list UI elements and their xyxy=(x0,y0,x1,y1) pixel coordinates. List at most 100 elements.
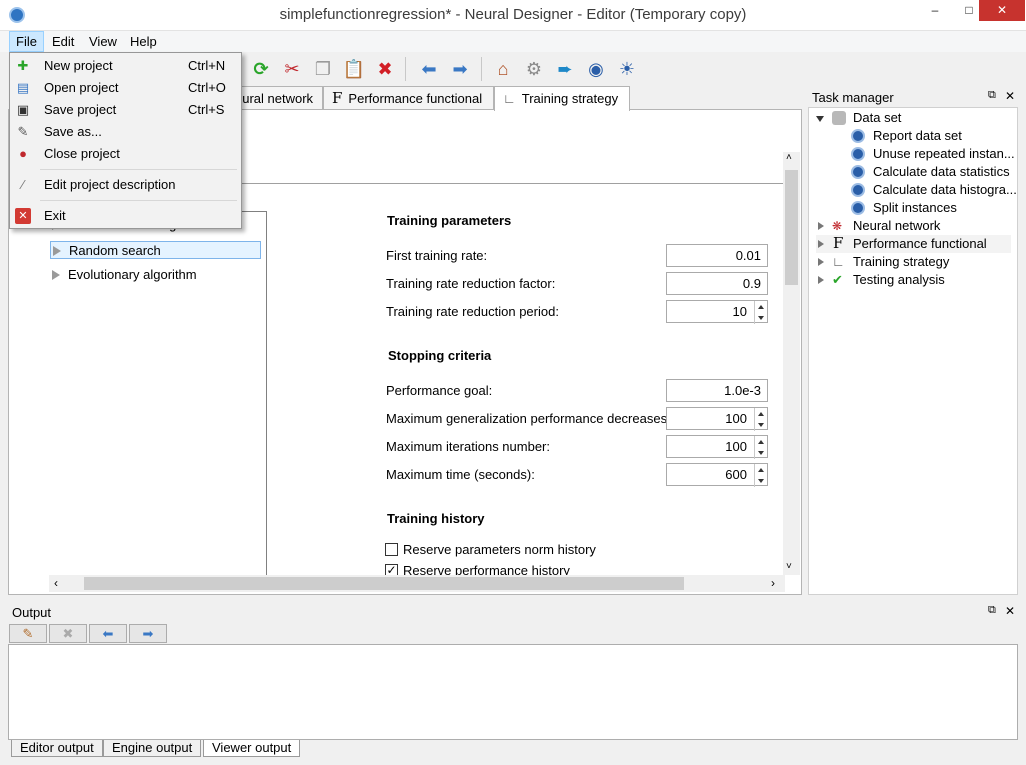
menu-bar: File Edit View Help xyxy=(0,31,1026,52)
menu-edit-description[interactable]: ∕ Edit project description xyxy=(10,174,241,196)
panel-close-icon[interactable]: ✕ xyxy=(1005,604,1015,618)
run-arrow-icon[interactable]: ➨ xyxy=(552,56,578,82)
collapse-caret-icon[interactable] xyxy=(818,276,824,284)
max-time-spinner[interactable]: 600 xyxy=(666,463,768,487)
menu-help[interactable]: Help xyxy=(124,31,163,52)
task-label: Testing analysis xyxy=(853,272,945,287)
output-text-area[interactable] xyxy=(8,644,1018,740)
clear-output-broom-icon[interactable]: ✎ xyxy=(9,624,47,643)
training-chart-icon: ∟ xyxy=(503,91,516,106)
spinner-arrows-icon[interactable] xyxy=(754,464,767,487)
tab-editor-output[interactable]: Editor output xyxy=(11,740,103,757)
max-generalization-decreases-label: Maximum generalization performance decre… xyxy=(386,411,671,426)
open-project-icon: ▤ xyxy=(16,80,30,95)
tab-neural-network-label: eural network xyxy=(235,91,314,106)
rate-reduction-period-label: Training rate reduction period: xyxy=(386,304,559,319)
tab-training-strategy[interactable]: ∟ Training strategy xyxy=(494,86,630,111)
settings-gear-icon[interactable]: ⚙ xyxy=(521,56,547,82)
max-iterations-value: 100 xyxy=(725,439,747,454)
play-icon xyxy=(851,147,865,161)
task-performance-functional[interactable]: F Performance functional xyxy=(816,235,1011,253)
menu-view[interactable]: View xyxy=(83,31,123,52)
tab-training-strategy-label: Training strategy xyxy=(521,91,619,106)
scroll-right-icon[interactable]: › xyxy=(771,576,775,590)
max-iterations-spinner[interactable]: 100 xyxy=(666,435,768,459)
max-generalization-decreases-value: 100 xyxy=(725,411,747,426)
menu-item-label: Save as... xyxy=(44,124,102,139)
tab-engine-output[interactable]: Engine output xyxy=(103,740,202,757)
menu-close-project[interactable]: ● Close project xyxy=(10,143,241,165)
menu-exit[interactable]: ✕ Exit xyxy=(10,205,241,227)
menu-open-project[interactable]: ▤ Open project Ctrl+O xyxy=(10,77,241,99)
copy-icon[interactable]: ❐ xyxy=(310,56,336,82)
spinner-arrows-icon[interactable] xyxy=(754,301,767,324)
task-label: Calculate data histogra... xyxy=(873,182,1017,197)
database-icon xyxy=(832,111,846,125)
menu-item-label: Exit xyxy=(44,208,66,223)
menu-item-label: Close project xyxy=(44,146,120,161)
scroll-up-icon[interactable]: ˄ xyxy=(786,152,792,163)
task-label: Unuse repeated instan... xyxy=(873,146,1015,161)
menu-file[interactable]: File xyxy=(9,31,44,52)
task-manager-header: Task manager ⧉ ✕ xyxy=(808,87,1018,107)
collapse-caret-icon[interactable] xyxy=(818,258,824,266)
editor-vertical-scroll-thumb[interactable] xyxy=(785,170,798,285)
max-generalization-decreases-spinner[interactable]: 100 xyxy=(666,407,768,431)
scroll-left-icon[interactable]: ‹ xyxy=(54,576,58,590)
exit-icon: ✕ xyxy=(15,208,31,224)
play-icon xyxy=(851,201,865,215)
menu-separator xyxy=(40,169,237,170)
toolbar-separator xyxy=(405,57,406,81)
collapse-caret-icon[interactable] xyxy=(818,240,824,248)
tree-item-random-search[interactable]: Random search xyxy=(50,241,261,259)
delete-icon[interactable]: ✖ xyxy=(372,56,398,82)
panel-close-icon[interactable]: ✕ xyxy=(1005,89,1015,103)
stop-output-icon[interactable]: ✖ xyxy=(49,624,87,643)
cut-icon[interactable]: ✂ xyxy=(279,56,305,82)
editor-horizontal-scroll-thumb[interactable] xyxy=(84,577,684,590)
tree-item-evolutionary[interactable]: Evolutionary algorithm xyxy=(50,266,197,284)
task-label: Report data set xyxy=(873,128,962,143)
save-as-icon: ✎ xyxy=(17,124,29,139)
home-icon[interactable]: ⌂ xyxy=(490,56,516,82)
rate-reduction-factor-label: Training rate reduction factor: xyxy=(386,276,556,291)
refresh-icon[interactable]: ⟳ xyxy=(248,56,274,82)
tree-arrow-icon xyxy=(53,246,61,256)
window-title: simplefunctionregression* - Neural Desig… xyxy=(279,6,747,23)
rate-reduction-period-spinner[interactable]: 10 xyxy=(666,300,768,324)
report-icon[interactable]: ◉ xyxy=(583,56,609,82)
close-window-button[interactable]: ✕ xyxy=(979,0,1025,21)
menu-save-as[interactable]: ✎ Save as... xyxy=(10,121,241,143)
output-header: Output ⧉ ✕ xyxy=(8,602,1018,622)
spinner-arrows-icon[interactable] xyxy=(754,408,767,431)
collapse-caret-icon[interactable] xyxy=(818,222,824,230)
minimize-button[interactable]: – xyxy=(918,0,952,21)
menu-item-label: Open project xyxy=(44,80,119,95)
neural-network-icon: ❋ xyxy=(832,219,843,233)
undock-icon[interactable]: ⧉ xyxy=(988,604,996,617)
menu-new-project[interactable]: ✚ New project Ctrl+N xyxy=(10,55,241,77)
spinner-arrows-icon[interactable] xyxy=(754,436,767,459)
help-globe-icon[interactable]: ☀ xyxy=(614,56,640,82)
task-label: Training strategy xyxy=(853,254,950,269)
reserve-parameters-norm-checkbox[interactable] xyxy=(385,543,398,556)
rate-reduction-factor-input[interactable]: 0.9 xyxy=(666,272,768,295)
output-back-icon[interactable]: ⬅ xyxy=(89,624,127,643)
forward-arrow-icon[interactable]: ➡ xyxy=(447,56,473,82)
task-label: Performance functional xyxy=(853,236,987,251)
menu-edit[interactable]: Edit xyxy=(46,31,80,52)
training-chart-icon: ∟ xyxy=(832,254,845,269)
paste-icon[interactable]: 📋 xyxy=(341,56,367,82)
performance-goal-input[interactable]: 1.0e-3 xyxy=(666,379,768,402)
max-time-value: 600 xyxy=(725,467,747,482)
expand-caret-icon[interactable] xyxy=(816,116,824,122)
undock-icon[interactable]: ⧉ xyxy=(988,89,996,102)
first-training-rate-input[interactable]: 0.01 xyxy=(666,244,768,267)
tab-performance-functional[interactable]: F Performance functional xyxy=(323,86,494,110)
first-training-rate-label: First training rate: xyxy=(386,248,488,263)
scroll-down-icon[interactable]: ˅ xyxy=(786,561,792,572)
menu-save-project[interactable]: ▣ Save project Ctrl+S xyxy=(10,99,241,121)
tab-viewer-output[interactable]: Viewer output xyxy=(203,740,301,757)
output-forward-icon[interactable]: ➡ xyxy=(129,624,167,643)
back-arrow-icon[interactable]: ⬅ xyxy=(416,56,442,82)
